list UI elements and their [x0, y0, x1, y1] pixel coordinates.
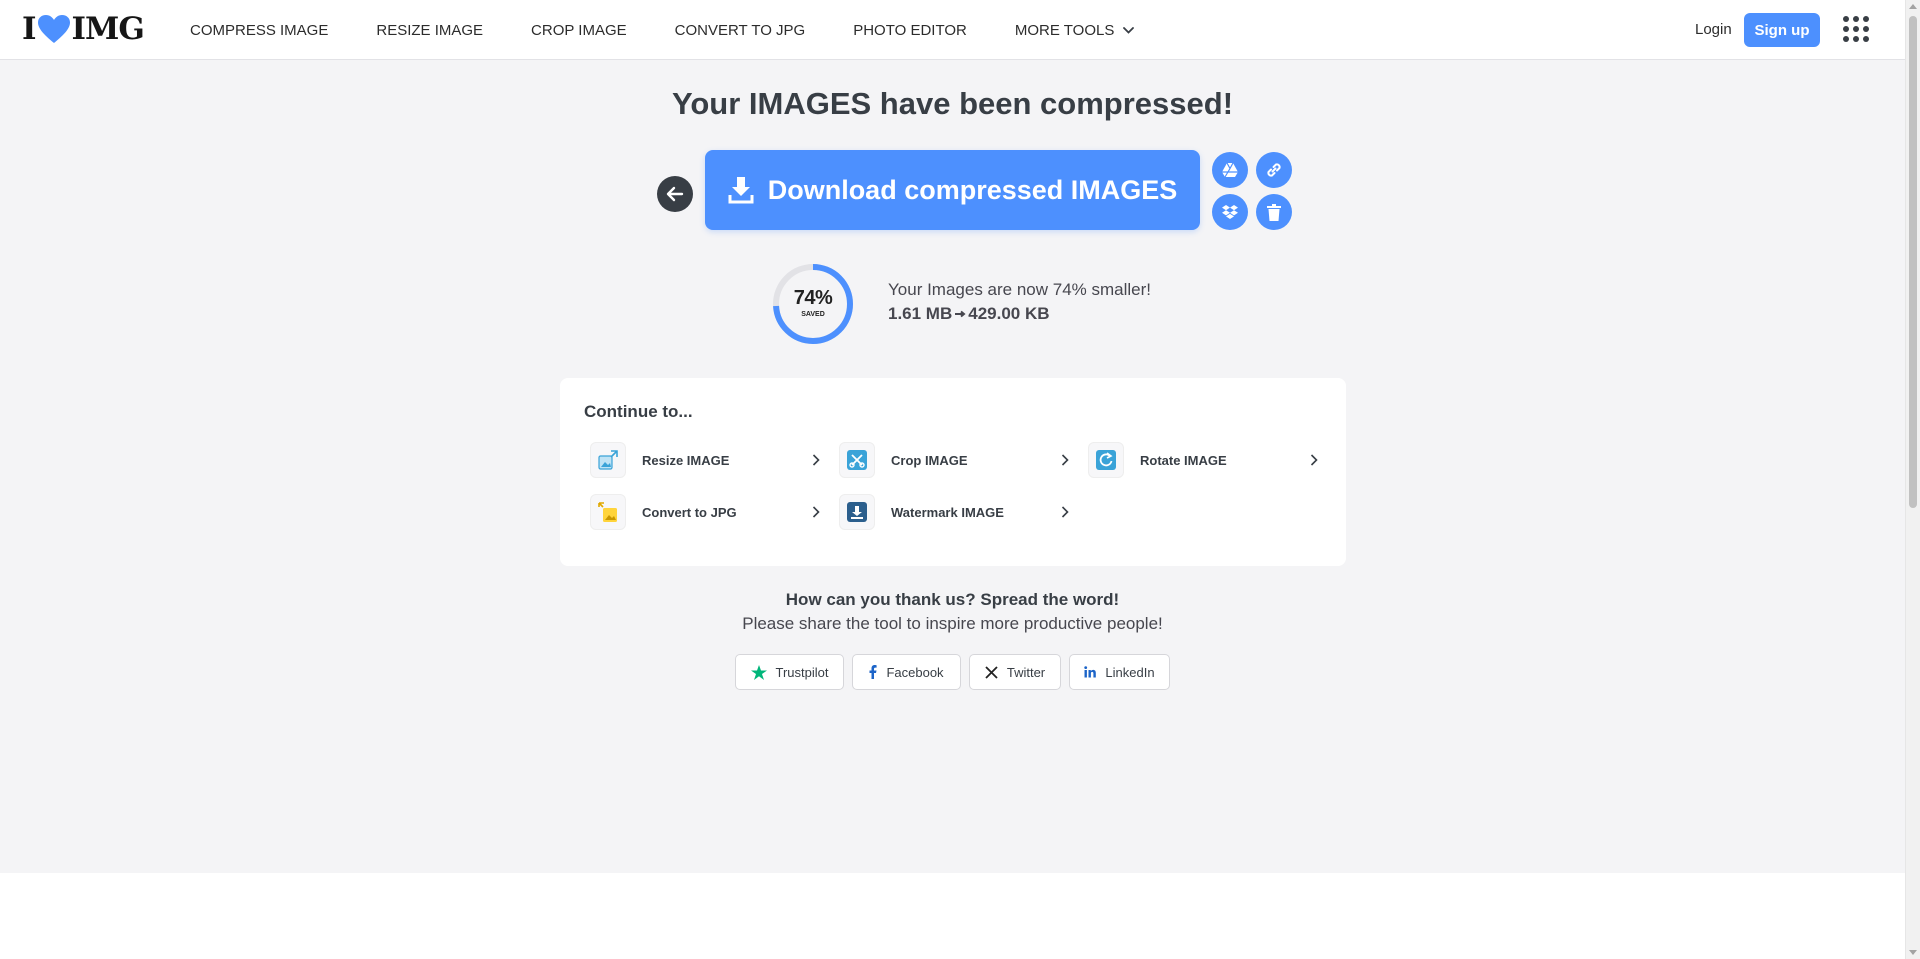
arrow-right-icon — [954, 310, 966, 318]
copy-link-button[interactable] — [1256, 152, 1292, 188]
resize-icon — [590, 442, 626, 478]
logo-letter-i: I — [22, 11, 36, 47]
nav-compress-image[interactable]: COMPRESS IMAGE — [190, 22, 328, 39]
heart-icon — [37, 15, 70, 43]
google-drive-icon — [1222, 162, 1238, 178]
signup-button[interactable]: Sign up — [1744, 13, 1820, 47]
nav-crop-image[interactable]: CROP IMAGE — [531, 22, 627, 39]
continue-watermark-image[interactable]: Watermark IMAGE — [839, 492, 1069, 532]
top-navbar: I IMG COMPRESS IMAGE RESIZE IMAGE CROP I… — [0, 0, 1905, 60]
nav-label: CROP IMAGE — [531, 21, 627, 39]
new-size: 429.00 KB — [968, 304, 1050, 323]
tool-label: Crop IMAGE — [891, 452, 968, 468]
nav-label: CONVERT TO JPG — [674, 21, 806, 39]
share-trustpilot-button[interactable]: Trustpilot — [735, 654, 844, 690]
scroll-up-arrow[interactable] — [1909, 4, 1917, 9]
continue-crop-image[interactable]: Crop IMAGE — [839, 440, 1069, 480]
star-icon — [750, 664, 767, 680]
nav-label: RESIZE IMAGE — [376, 21, 484, 39]
tool-label: Convert to JPG — [642, 504, 737, 520]
footer-area — [0, 873, 1905, 959]
tool-label: Rotate IMAGE — [1140, 452, 1227, 468]
continue-to-card: Continue to... Resize IMAGE Crop IMAGE R… — [560, 378, 1346, 566]
nav-resize-image[interactable]: RESIZE IMAGE — [376, 22, 483, 39]
apps-grid-icon[interactable] — [1843, 16, 1871, 44]
continue-title: Continue to... — [584, 402, 693, 421]
download-label: Download compressed IMAGES — [767, 174, 1178, 205]
page-title: Your IMAGES have been compressed! — [671, 86, 1234, 121]
facebook-icon — [869, 665, 878, 679]
login-link[interactable]: Login — [1695, 21, 1732, 38]
share-label: LinkedIn — [1105, 664, 1155, 680]
main-nav: COMPRESS IMAGE RESIZE IMAGE CROP IMAGE C… — [190, 0, 1182, 60]
nav-label: MORE TOOLS — [1014, 21, 1115, 39]
page-scrollbar[interactable] — [1905, 0, 1920, 959]
arrow-left-icon — [666, 186, 684, 202]
scrollbar-thumb[interactable] — [1909, 16, 1917, 508]
scroll-down-arrow[interactable] — [1909, 950, 1917, 955]
tool-label: Resize IMAGE — [642, 452, 730, 468]
ilovepimg-logo[interactable]: I IMG — [22, 11, 145, 47]
share-facebook-button[interactable]: Facebook — [852, 654, 961, 690]
rotate-icon — [1088, 442, 1124, 478]
share-linkedin-button[interactable]: LinkedIn — [1069, 654, 1170, 690]
download-icon — [728, 176, 754, 204]
original-size: 1.61 MB — [888, 304, 953, 323]
x-icon — [985, 665, 998, 679]
nav-photo-editor[interactable]: PHOTO EDITOR — [853, 22, 967, 39]
trash-icon — [1267, 203, 1281, 221]
share-label: Trustpilot — [775, 664, 829, 680]
dropbox-icon — [1222, 204, 1238, 219]
continue-rotate-image[interactable]: Rotate IMAGE — [1088, 440, 1318, 480]
save-to-dropbox-button[interactable] — [1212, 194, 1248, 230]
share-heading: How can you thank us? Spread the word! — [785, 590, 1120, 609]
share-label: Twitter — [1006, 664, 1046, 680]
nav-more-tools[interactable]: MORE TOOLS — [1014, 21, 1135, 39]
share-label: Facebook — [886, 664, 944, 680]
crop-icon — [839, 442, 875, 478]
chevron-right-icon — [812, 506, 820, 518]
delete-files-button[interactable] — [1256, 194, 1292, 230]
tool-label: Watermark IMAGE — [891, 504, 1004, 520]
saved-caption: SAVED — [801, 311, 825, 318]
nav-convert-to-jpg[interactable]: CONVERT TO JPG — [675, 22, 806, 39]
watermark-icon — [839, 494, 875, 530]
chevron-right-icon — [1061, 454, 1069, 466]
chevron-right-icon — [1310, 454, 1318, 466]
chevron-right-icon — [812, 454, 820, 466]
nav-label: PHOTO EDITOR — [853, 21, 967, 39]
saved-percent-value: 74% — [793, 287, 833, 309]
save-to-google-drive-button[interactable] — [1212, 152, 1248, 188]
share-subheading: Please share the tool to inspire more pr… — [742, 614, 1163, 633]
nav-label: COMPRESS IMAGE — [190, 21, 329, 39]
download-compressed-button[interactable]: Download compressed IMAGES — [705, 150, 1200, 230]
chevron-down-icon — [1123, 26, 1135, 34]
link-icon — [1267, 163, 1281, 177]
linkedin-icon — [1084, 666, 1097, 678]
convert-jpg-icon — [590, 494, 626, 530]
continue-convert-to-jpg[interactable]: Convert to JPG — [590, 492, 820, 532]
chevron-right-icon — [1061, 506, 1069, 518]
continue-resize-image[interactable]: Resize IMAGE — [590, 440, 820, 480]
size-comparison: 1.61 MB 429.00 KB — [888, 304, 1050, 324]
size-reduction-summary: Your Images are now 74% smaller! — [888, 280, 1152, 299]
logo-letters-img: IMG — [71, 11, 145, 47]
back-button[interactable] — [657, 176, 693, 212]
share-twitter-button[interactable]: Twitter — [969, 654, 1061, 690]
